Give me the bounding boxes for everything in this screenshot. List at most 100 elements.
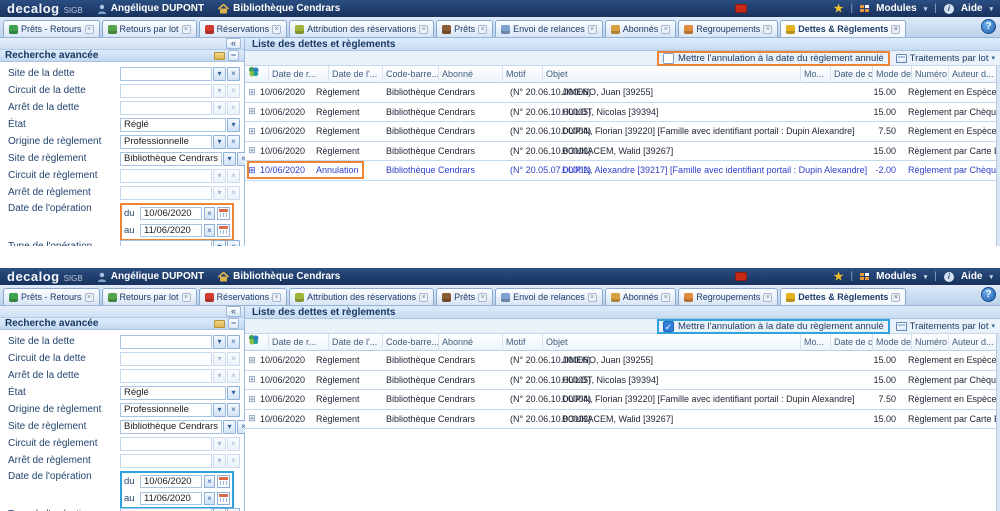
dropdown-icon[interactable]: ▾	[213, 437, 226, 451]
field-input[interactable]	[120, 508, 212, 511]
dropdown-icon[interactable]: ▾	[227, 386, 240, 400]
column-header-code-barre[interactable]: Code-barre...	[383, 66, 439, 83]
clear-icon[interactable]: ×	[227, 240, 240, 247]
dropdown-icon[interactable]: ▾	[213, 403, 226, 417]
collapse-sidebar-button[interactable]: «	[226, 38, 241, 49]
favorites-icon[interactable]: ★	[834, 4, 844, 14]
date-from-input[interactable]: 10/06/2020	[140, 475, 202, 488]
tab-abonnes[interactable]: Abonnés×	[605, 288, 677, 305]
column-header-mode-de-r[interactable]: Mode de r...	[873, 66, 912, 83]
dropdown-icon[interactable]: ▾	[213, 454, 226, 468]
tab-close-icon[interactable]: ×	[272, 293, 281, 302]
field-input[interactable]: Bibliothèque Cendrars	[120, 152, 222, 166]
clear-icon[interactable]: ×	[227, 84, 240, 98]
collapse-sidebar-button[interactable]: «	[226, 306, 241, 317]
annulation-checkbox-label[interactable]: Mettre l'annulation à la date du règleme…	[678, 53, 884, 64]
tab-close-icon[interactable]: ×	[588, 293, 597, 302]
field-input[interactable]	[120, 240, 212, 247]
batch-actions-button[interactable]: Traitements par lot ▾	[896, 53, 995, 64]
clear-icon[interactable]: ×	[227, 335, 240, 349]
field-input[interactable]	[120, 437, 212, 451]
dropdown-icon[interactable]: ▾	[223, 152, 236, 166]
column-header-date-de-c[interactable]: Date de c...	[831, 66, 873, 83]
tab-retours-par-lot[interactable]: Retours par lot×	[102, 20, 197, 37]
expand-icon[interactable]: ⊞	[245, 126, 259, 137]
tab-close-icon[interactable]: ×	[182, 25, 191, 34]
modules-menu[interactable]: Modules	[876, 3, 917, 14]
tab-close-icon[interactable]: ×	[891, 25, 900, 34]
clear-icon[interactable]: ×	[227, 169, 240, 183]
table-row[interactable]: ⊞10/06/2020RèglementBibliothèque Cendrar…	[245, 351, 1000, 371]
clear-icon[interactable]: ×	[227, 403, 240, 417]
clear-icon[interactable]: ×	[227, 352, 240, 366]
saved-search-folder-icon[interactable]	[214, 52, 225, 60]
minimize-icon[interactable]: −	[228, 50, 239, 61]
column-header-mode-de-r[interactable]: Mode de r...	[873, 334, 912, 351]
clear-icon[interactable]: ×	[204, 224, 215, 237]
annulation-checkbox[interactable]	[663, 53, 674, 64]
clear-icon[interactable]: ×	[227, 437, 240, 451]
calendar-icon[interactable]	[217, 475, 230, 488]
column-header-date-de-r[interactable]: Date de r...	[269, 66, 329, 83]
tab-retours-par-lot[interactable]: Retours par lot×	[102, 288, 197, 305]
column-header-numero-d[interactable]: Numéro d...	[912, 334, 949, 351]
table-row[interactable]: ⊞10/06/2020RèglementBibliothèque Cendrar…	[245, 142, 1000, 162]
tab-close-icon[interactable]: ×	[182, 293, 191, 302]
tab-reservations[interactable]: Réservations×	[199, 20, 288, 37]
expand-icon[interactable]: ⊞	[245, 394, 259, 405]
notification-icon[interactable]	[735, 4, 747, 13]
modules-menu[interactable]: Modules	[876, 271, 917, 282]
table-row[interactable]: ⊞10/06/2020RèglementBibliothèque Cendrar…	[245, 410, 1000, 430]
field-input[interactable]: Réglé	[120, 386, 226, 400]
date-to-input[interactable]: 11/06/2020	[140, 492, 202, 505]
column-header-auteur-d[interactable]: Auteur d...	[949, 66, 1000, 83]
clear-icon[interactable]: ×	[227, 454, 240, 468]
tab-regroupements[interactable]: Regroupements×	[678, 20, 778, 37]
column-header-objet[interactable]: Objet	[543, 66, 801, 83]
expand-icon[interactable]: ⊞	[245, 87, 259, 98]
column-header-code-barre[interactable]: Code-barre...	[383, 334, 439, 351]
favorites-icon[interactable]: ★	[834, 272, 844, 282]
annulation-checkbox[interactable]: ✓	[663, 321, 674, 332]
column-header-motif[interactable]: Motif	[503, 66, 543, 83]
tab-regroupements[interactable]: Regroupements×	[678, 288, 778, 305]
field-input[interactable]: Bibliothèque Cendrars	[120, 420, 222, 434]
tab-prets-retours[interactable]: Prêts - Retours×	[3, 288, 100, 305]
column-header-date-de-c[interactable]: Date de c...	[831, 334, 873, 351]
vertical-scrollbar[interactable]	[996, 66, 1000, 246]
column-header-abonne[interactable]: Abonné	[439, 66, 503, 83]
column-header-date-de-l[interactable]: Date de l'...	[329, 334, 383, 351]
expand-icon[interactable]: ⊞	[245, 374, 259, 385]
field-input[interactable]	[120, 454, 212, 468]
tab-envoi-de-relances[interactable]: Envoi de relances×	[495, 20, 603, 37]
notification-icon[interactable]	[735, 272, 747, 281]
annulation-checkbox-label[interactable]: Mettre l'annulation à la date du règleme…	[678, 321, 884, 332]
vertical-scrollbar[interactable]	[996, 334, 1000, 511]
expand-icon[interactable]: ⊞	[245, 165, 259, 176]
tab-close-icon[interactable]: ×	[763, 25, 772, 34]
table-row[interactable]: ⊞10/06/2020RèglementBibliothèque Cendrar…	[245, 390, 1000, 410]
dropdown-icon[interactable]: ▾	[213, 508, 226, 511]
field-input[interactable]	[120, 186, 212, 200]
clear-icon[interactable]: ×	[227, 101, 240, 115]
tab-close-icon[interactable]: ×	[272, 25, 281, 34]
tab-attribution-des-reservations[interactable]: Attribution des réservations×	[289, 20, 434, 37]
field-input[interactable]	[120, 335, 212, 349]
dropdown-icon[interactable]: ▾	[213, 352, 226, 366]
column-header-date-de-r[interactable]: Date de r...	[269, 334, 329, 351]
minimize-icon[interactable]: −	[228, 318, 239, 329]
tab-close-icon[interactable]: ×	[763, 293, 772, 302]
dropdown-icon[interactable]: ▾	[213, 101, 226, 115]
field-input[interactable]	[120, 169, 212, 183]
help-menu[interactable]: Aide	[961, 271, 983, 282]
tab-close-icon[interactable]: ×	[85, 293, 94, 302]
tab-dettes-reglements[interactable]: Dettes & Règlements×	[780, 288, 906, 305]
expand-icon[interactable]: ⊞	[245, 106, 259, 117]
date-to-input[interactable]: 11/06/2020	[140, 224, 202, 237]
tab-close-icon[interactable]: ×	[891, 293, 900, 302]
clear-icon[interactable]: ×	[204, 475, 215, 488]
tab-close-icon[interactable]: ×	[419, 25, 428, 34]
tab-reservations[interactable]: Réservations×	[199, 288, 288, 305]
help-button[interactable]: ?	[981, 19, 996, 34]
field-input[interactable]: Réglé	[120, 118, 226, 132]
